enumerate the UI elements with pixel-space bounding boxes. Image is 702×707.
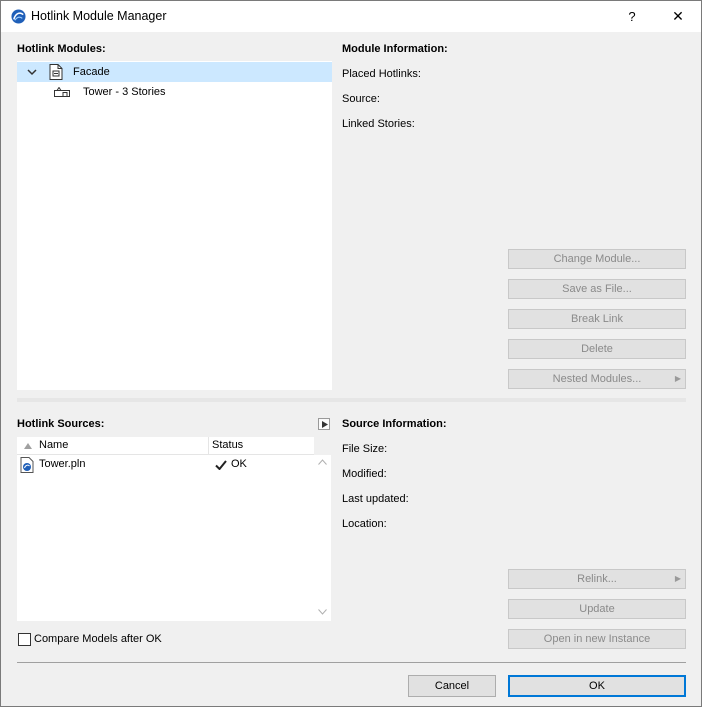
expand-panel-button[interactable] [318, 418, 330, 430]
tree-item-tower[interactable]: Tower - 3 Stories [17, 82, 332, 102]
cancel-button[interactable]: Cancel [408, 675, 496, 697]
hotlink-sources-heading: Hotlink Sources: [17, 418, 105, 430]
compare-models-label[interactable]: Compare Models after OK [34, 633, 162, 645]
tree-item-label: Facade [73, 66, 110, 78]
hotlink-modules-heading: Hotlink Modules: [17, 43, 106, 55]
panel-divider [17, 398, 686, 402]
module-file-icon [49, 64, 63, 80]
scroll-down-icon[interactable] [318, 609, 327, 615]
module-information-heading: Module Information: [342, 43, 448, 55]
title-bar: Hotlink Module Manager ? ✕ [1, 1, 701, 32]
modified-label: Modified: [342, 468, 387, 480]
source-label: Source: [342, 93, 380, 105]
list-item[interactable]: Tower.pln OK [17, 456, 314, 474]
linked-stories-icon [54, 87, 70, 97]
nested-modules-button[interactable]: Nested Modules... ▶ [508, 369, 686, 389]
scroll-up-icon[interactable] [318, 459, 327, 465]
sort-ascending-icon[interactable] [24, 443, 32, 449]
ok-button[interactable]: OK [508, 675, 686, 697]
chevron-down-icon[interactable] [26, 66, 38, 78]
column-header-status[interactable]: Status [212, 439, 243, 451]
relink-button[interactable]: Relink... ▶ [508, 569, 686, 589]
submenu-arrow-icon: ▶ [674, 374, 681, 383]
placed-hotlinks-label: Placed Hotlinks: [342, 68, 421, 80]
triangle-right-icon [322, 421, 328, 428]
location-label: Location: [342, 518, 387, 530]
source-information-heading: Source Information: [342, 418, 447, 430]
source-status: OK [231, 458, 247, 470]
source-name: Tower.pln [39, 458, 86, 470]
submenu-arrow-icon: ▶ [674, 574, 681, 583]
file-size-label: File Size: [342, 443, 388, 455]
hotlink-sources-list[interactable]: Name Status Tower.pln OK [17, 437, 314, 621]
column-header-name[interactable]: Name [39, 439, 68, 451]
footer-divider [17, 662, 686, 663]
change-module-button[interactable]: Change Module... [508, 249, 686, 269]
break-link-button[interactable]: Break Link [508, 309, 686, 329]
tree-item-label: Tower - 3 Stories [83, 86, 166, 98]
delete-button[interactable]: Delete [508, 339, 686, 359]
save-as-file-button[interactable]: Save as File... [508, 279, 686, 299]
tree-item-facade[interactable]: Facade [17, 62, 332, 82]
nested-modules-label: Nested Modules... [552, 373, 642, 385]
pln-file-icon [20, 457, 34, 473]
compare-models-checkbox[interactable] [18, 633, 31, 646]
hotlink-modules-tree[interactable]: Facade Tower - 3 Stories [17, 61, 332, 390]
window-title: Hotlink Module Manager [31, 9, 167, 23]
linked-stories-label: Linked Stories: [342, 118, 415, 130]
checkmark-icon [215, 460, 227, 470]
last-updated-label: Last updated: [342, 493, 409, 505]
archicad-app-icon [11, 9, 26, 24]
update-button[interactable]: Update [508, 599, 686, 619]
open-in-new-instance-button[interactable]: Open in new Instance [508, 629, 686, 649]
help-button[interactable]: ? [617, 1, 647, 32]
relink-label: Relink... [577, 573, 617, 585]
sources-scrollbar[interactable] [314, 455, 331, 621]
column-divider[interactable] [208, 437, 209, 455]
hotlink-module-manager-dialog: Hotlink Module Manager ? ✕ Hotlink Modul… [0, 0, 702, 707]
list-header: Name Status [17, 437, 314, 455]
close-button[interactable]: ✕ [663, 1, 693, 32]
